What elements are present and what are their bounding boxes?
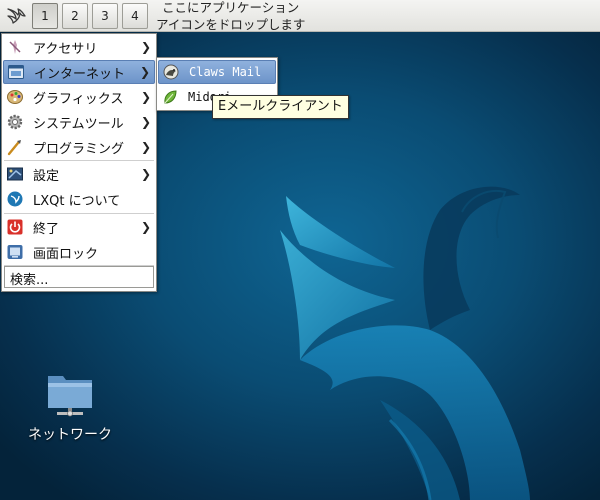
menu-item-lock-screen[interactable]: 画面ロック [3, 240, 155, 264]
menu-item-accessories[interactable]: アクセサリ ❯ [3, 35, 155, 59]
internet-icon [8, 65, 24, 79]
programming-brush-icon [7, 140, 21, 156]
menu-item-about-lxqt[interactable]: LXQt について [3, 187, 155, 211]
network-folder-icon [48, 376, 92, 417]
submenu-arrow-icon: ❯ [141, 220, 152, 234]
top-panel: 1 2 3 4 ここにアプリケーション アイコンをドロップします [0, 0, 600, 32]
menu-item-label: 終了 [33, 221, 60, 237]
menu-separator [4, 160, 154, 161]
menu-item-label: グラフィックス [33, 91, 124, 107]
menu-item-label: インターネット [34, 66, 126, 82]
submenu-arrow-icon: ❯ [140, 65, 151, 79]
submenu-arrow-icon: ❯ [141, 40, 152, 54]
desktop-switch-2[interactable]: 2 [62, 3, 88, 29]
menu-separator [4, 213, 154, 214]
quicklaunch-drop-hint: ここにアプリケーション アイコンをドロップします [156, 0, 326, 33]
tooltip: Eメールクライアント [212, 95, 349, 119]
menu-item-leave[interactable]: 終了 ❯ [3, 215, 155, 239]
settings-icon [7, 167, 23, 181]
power-icon [7, 219, 23, 235]
submenu-arrow-icon: ❯ [141, 115, 152, 129]
menu-item-graphics[interactable]: グラフィックス ❯ [3, 85, 155, 109]
menu-item-label: 画面ロック [33, 246, 99, 262]
main-menu-button[interactable] [3, 3, 29, 29]
system-gear-icon [7, 114, 23, 130]
graphics-palette-icon [7, 90, 23, 104]
application-menu: アクセサリ ❯ インターネット ❯ グラフィックス ❯ システムツール ❯ プロ… [1, 33, 157, 292]
network-desktop-icon[interactable]: ネットワーク [20, 370, 120, 444]
menu-item-label: 設定 [33, 168, 60, 184]
menu-item-label: LXQt について [33, 193, 121, 209]
submenu-item-label: Claws Mail [189, 65, 262, 79]
menu-item-settings[interactable]: 設定 ❯ [3, 162, 155, 186]
network-icon-label: ネットワーク [28, 427, 112, 443]
lxqt-logo-icon [7, 191, 23, 207]
submenu-arrow-icon: ❯ [141, 167, 152, 181]
quicklaunch-hint-line2: アイコンをドロップします [156, 17, 306, 32]
submenu-arrow-icon: ❯ [141, 140, 152, 154]
menu-item-label: プログラミング [33, 141, 125, 157]
menu-item-internet[interactable]: インターネット ❯ [3, 60, 155, 84]
desktop-switch-3[interactable]: 3 [92, 3, 118, 29]
menu-item-label: システムツール [33, 116, 124, 132]
desktop-switch-1[interactable]: 1 [32, 3, 58, 29]
midori-leaf-icon [164, 90, 177, 104]
quicklaunch-hint-line1: ここにアプリケーション [162, 0, 300, 15]
submenu-item-claws-mail[interactable]: Claws Mail [158, 60, 276, 84]
menu-item-system-tools[interactable]: システムツール ❯ [3, 110, 155, 134]
accessories-icon [9, 40, 21, 54]
lock-screen-icon [7, 245, 23, 259]
menu-item-label: アクセサリ [33, 41, 98, 57]
submenu-arrow-icon: ❯ [141, 90, 152, 104]
lxqt-bird-logo-icon [7, 8, 26, 24]
desktop-switch-4[interactable]: 4 [122, 3, 148, 29]
menu-item-programming[interactable]: プログラミング ❯ [3, 135, 155, 159]
menu-search-input[interactable]: 検索... [4, 266, 154, 288]
claws-mail-icon [163, 64, 179, 80]
